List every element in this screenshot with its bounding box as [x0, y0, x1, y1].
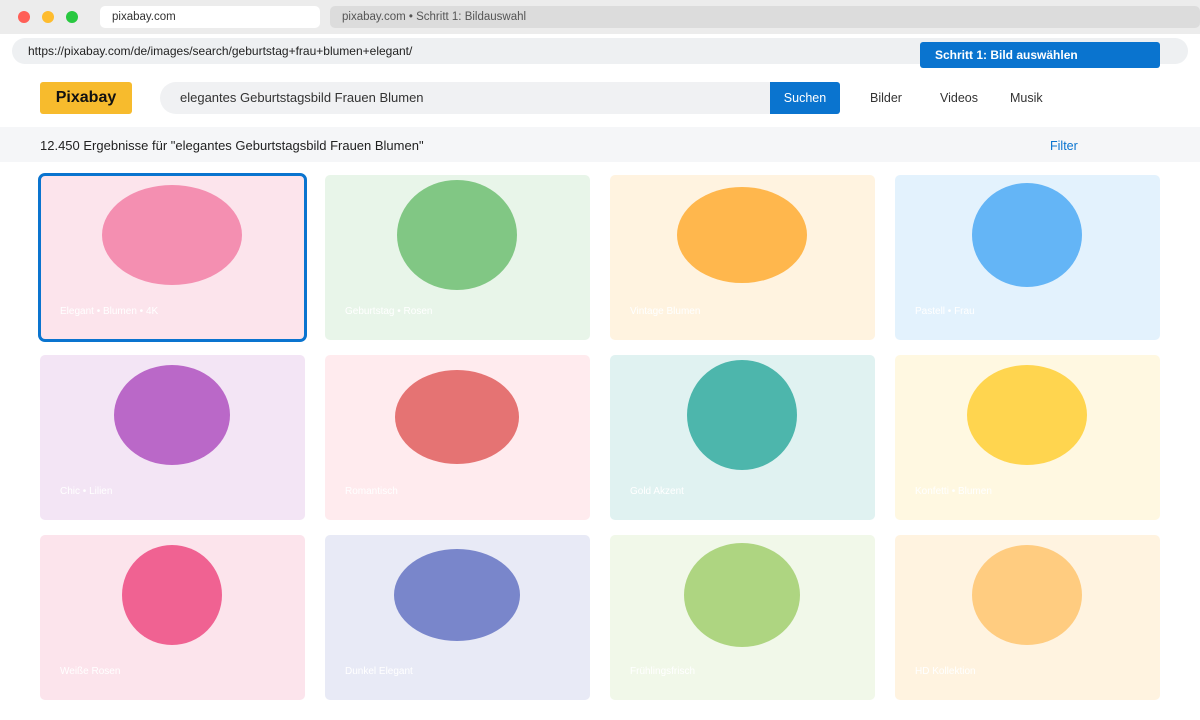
image-caption: Vintage Blumen	[630, 306, 701, 317]
image-caption: Konfetti • Blumen	[915, 486, 992, 497]
image-caption: Chic • Lilien	[60, 486, 113, 497]
browser-tab-inactive[interactable]: pixabay.com • Schritt 1: Bildauswahl	[330, 6, 1200, 28]
image-card[interactable]: Geburtstag • Rosen	[325, 175, 590, 340]
image-thumbnail	[687, 360, 797, 470]
image-grid: Elegant • Blumen • 4K Geburtstag • Rosen V…	[38, 173, 1160, 720]
image-card[interactable]: Pastell • Frau	[895, 175, 1160, 340]
image-card[interactable]: Frühlingsfrisch	[610, 535, 875, 700]
image-card[interactable]: Dunkel Elegant	[325, 535, 590, 700]
nav-musik[interactable]: Musik	[1010, 82, 1043, 114]
image-caption: Weiße Rosen	[60, 666, 121, 677]
nav-bilder[interactable]: Bilder	[870, 82, 902, 114]
image-thumbnail	[972, 545, 1082, 645]
maximize-window-button[interactable]	[66, 11, 78, 23]
image-thumbnail	[122, 545, 222, 645]
search-button[interactable]: Suchen	[770, 82, 840, 114]
image-caption: Elegant • Blumen • 4K	[60, 306, 159, 317]
image-thumbnail	[967, 365, 1087, 465]
image-card[interactable]: Konfetti • Blumen	[895, 355, 1160, 520]
image-card[interactable]: Vintage Blumen	[610, 175, 875, 340]
image-caption: Gold Akzent	[630, 486, 684, 497]
image-card[interactable]: HD Kollektion	[895, 535, 1160, 700]
image-caption: Romantisch	[345, 486, 398, 497]
image-card[interactable]: Elegant • Blumen • 4K	[38, 173, 307, 342]
image-caption: HD Kollektion	[915, 666, 976, 677]
image-thumbnail	[102, 185, 242, 285]
image-thumbnail	[114, 365, 230, 465]
browser-tab-active[interactable]: pixabay.com	[100, 6, 320, 28]
minimize-window-button[interactable]	[42, 11, 54, 23]
image-thumbnail	[684, 543, 800, 647]
results-count: 12.450 Ergebnisse für "elegantes Geburts…	[40, 138, 424, 153]
image-thumbnail	[972, 183, 1082, 287]
image-caption: Geburtstag • Rosen	[345, 306, 433, 317]
close-window-button[interactable]	[18, 11, 30, 23]
pixabay-logo[interactable]: Pixabay	[40, 82, 132, 114]
image-thumbnail	[394, 549, 520, 641]
image-thumbnail	[395, 370, 519, 464]
filter-button[interactable]: Filter	[1050, 127, 1078, 165]
image-card[interactable]: Weiße Rosen	[40, 535, 305, 700]
step-banner: Schritt 1: Bild auswählen	[920, 42, 1160, 68]
image-thumbnail	[397, 180, 517, 290]
image-card[interactable]: Gold Akzent	[610, 355, 875, 520]
image-card[interactable]: Romantisch	[325, 355, 590, 520]
image-caption: Frühlingsfrisch	[630, 666, 696, 677]
results-bar: 12.450 Ergebnisse für "elegantes Geburts…	[0, 127, 1200, 162]
browser-titlebar: pixabay.com pixabay.com • Schritt 1: Bil…	[0, 0, 1200, 34]
image-thumbnail	[677, 187, 807, 283]
image-card[interactable]: Chic • Lilien	[40, 355, 305, 520]
search-input[interactable]: elegantes Geburtstagsbild Frauen Blumen	[160, 82, 770, 114]
nav-videos[interactable]: Videos	[940, 82, 978, 114]
image-caption: Pastell • Frau	[915, 306, 975, 317]
image-caption: Dunkel Elegant	[345, 666, 413, 677]
